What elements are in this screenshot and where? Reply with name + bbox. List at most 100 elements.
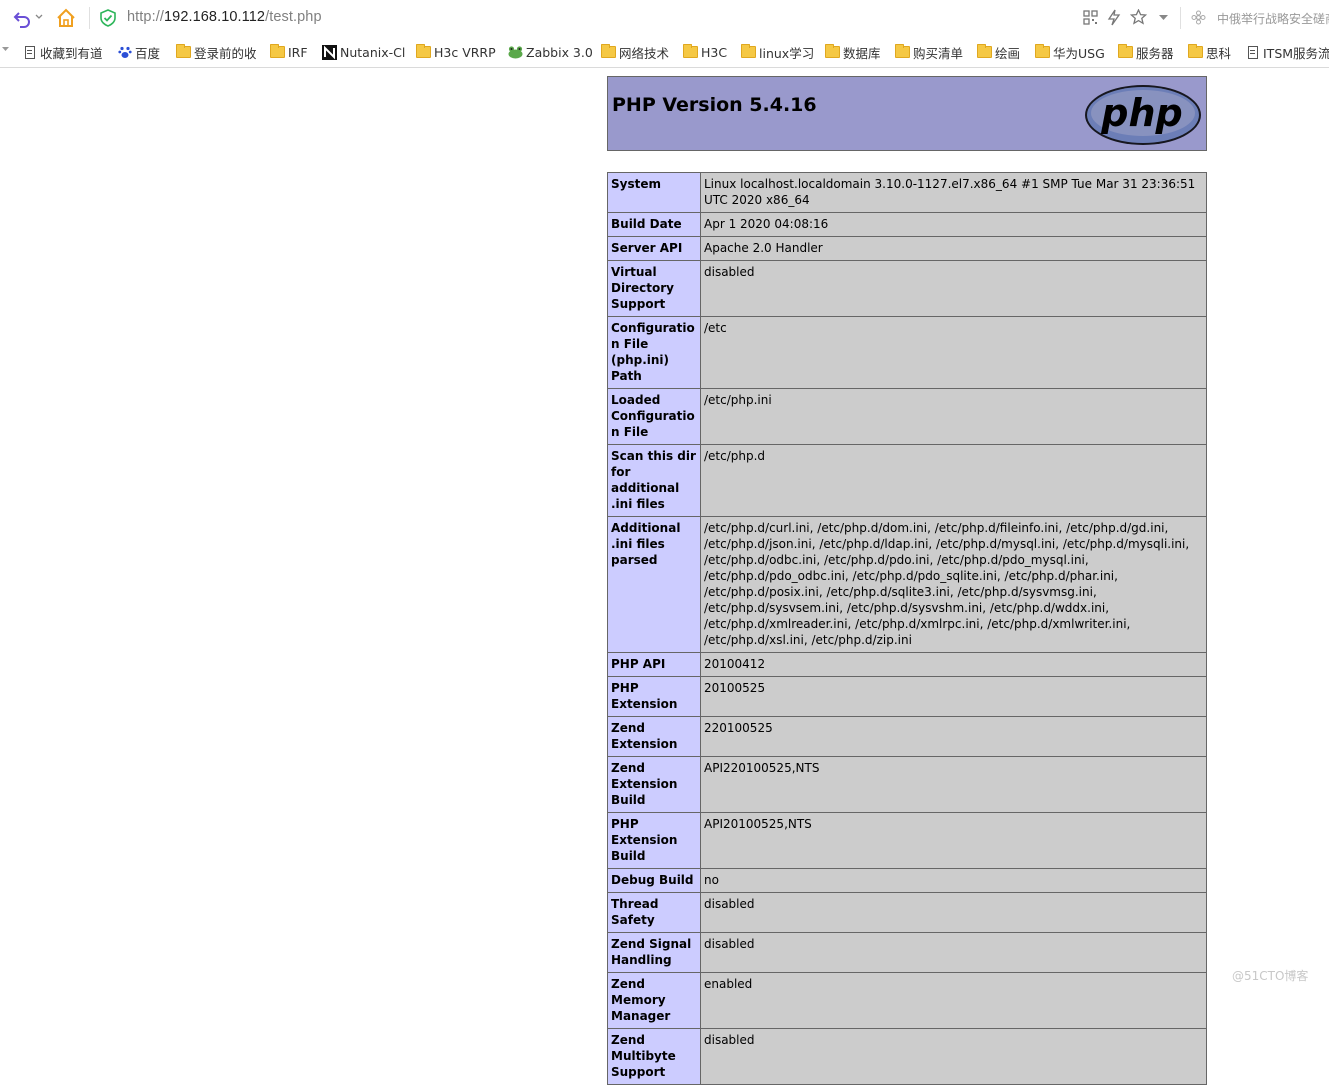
qrcode-icon[interactable] (1083, 10, 1098, 25)
address-toolbar: http://192.168.10.112/test.php 中俄举行战略安全磋… (0, 0, 1329, 37)
url-host: 192.168.10.112 (163, 9, 266, 25)
folder-icon (741, 44, 756, 58)
document-icon (25, 45, 35, 59)
bookmark-item[interactable]: ITSM服务流 (1248, 42, 1329, 62)
row-value: Linux localhost.localdomain 3.10.0-1127.… (700, 172, 1207, 213)
table-row: Server API Apache 2.0 Handler (607, 236, 1207, 261)
bookmark-label: ITSM服务流 (1263, 45, 1329, 61)
row-key: Virtual Directory Support (607, 260, 701, 317)
row-key: Debug Build (607, 868, 701, 893)
row-value: Apache 2.0 Handler (700, 236, 1207, 261)
bookmark-label: 数据库 (843, 45, 881, 61)
bookmark-label: linux学习 (759, 45, 815, 61)
chevron-down-icon[interactable] (2, 47, 9, 53)
bookmark-label: Zabbix 3.0 (526, 44, 593, 60)
bookmark-item[interactable]: linux学习 (741, 42, 814, 62)
url-scheme: http:// (127, 9, 164, 25)
row-value: /etc/php.ini (700, 388, 1207, 445)
bookmark-item[interactable]: 数据库 (825, 42, 881, 62)
bookmark-label: 服务器 (1136, 45, 1174, 61)
row-value: 20100412 (700, 652, 1207, 677)
folder-icon (895, 44, 910, 58)
bookmark-item[interactable]: H3C (683, 42, 727, 62)
table-row: Zend Signal Handling disabled (607, 932, 1207, 973)
row-value: API20100525,NTS (700, 812, 1207, 869)
bookmark-label: H3c VRRP (434, 44, 496, 60)
table-row: Scan this dir for additional .ini files /… (607, 444, 1207, 517)
bookmark-item[interactable]: IRF (270, 42, 308, 62)
bookmark-label: 百度 (135, 45, 161, 61)
news-flower-icon[interactable] (1191, 10, 1206, 25)
row-value: 220100525 (700, 716, 1207, 757)
bookmark-label: 登录前的收 (194, 45, 257, 61)
bookmark-label: Nutanix-Cl (340, 44, 406, 60)
table-row: Zend Extension 220100525 (607, 716, 1207, 757)
table-row: Debug Build no (607, 868, 1207, 893)
bookmark-item[interactable]: 收藏到有道 (25, 42, 103, 62)
folder-icon (977, 44, 992, 58)
row-value: /etc/php.d (700, 444, 1207, 517)
shield-check-icon[interactable] (100, 9, 116, 27)
row-key: Build Date (607, 212, 701, 237)
bookmark-item[interactable]: Nutanix-Cl (322, 42, 405, 62)
row-key: Configuration File (php.ini) Path (607, 316, 701, 389)
frog-icon (507, 45, 524, 59)
php-logo-text: php (1100, 91, 1182, 135)
php-logo[interactable]: php (1084, 84, 1202, 150)
row-value: /etc/php.d/curl.ini, /etc/php.d/dom.ini,… (700, 516, 1207, 653)
divider (1180, 7, 1181, 29)
row-value: disabled (700, 892, 1207, 933)
folder-icon (416, 44, 431, 58)
folder-icon (825, 44, 840, 58)
star-icon[interactable] (1130, 9, 1147, 25)
bookmark-item[interactable]: Zabbix 3.0 (507, 42, 593, 62)
bookmark-item[interactable]: 绘画 (977, 42, 1020, 62)
lightning-icon[interactable] (1107, 9, 1121, 26)
home-icon[interactable] (55, 7, 77, 29)
row-key: Thread Safety (607, 892, 701, 933)
bookmark-label: 网络技术 (619, 45, 670, 61)
bookmark-item[interactable]: 百度 (118, 42, 160, 62)
bookmark-item[interactable]: H3c VRRP (416, 42, 496, 62)
row-value: /etc (700, 316, 1207, 389)
table-row: PHP API 20100412 (607, 652, 1207, 677)
row-value: 20100525 (700, 676, 1207, 717)
row-value: API220100525,NTS (700, 756, 1207, 813)
divider (89, 7, 90, 29)
row-key: Loaded Configuration File (607, 388, 701, 445)
phpinfo-header: PHP Version 5.4.16 php (607, 76, 1207, 151)
nutanix-icon (322, 44, 337, 60)
row-value: disabled (700, 260, 1207, 317)
folder-icon (1188, 44, 1203, 58)
url-path: /test.php (265, 9, 322, 25)
bookmark-label: H3C (701, 44, 728, 60)
folder-icon (1118, 44, 1133, 58)
bookmark-item[interactable]: 登录前的收 (176, 42, 257, 62)
folder-icon (601, 44, 616, 58)
row-key: PHP Extension Build (607, 812, 701, 869)
bookmark-label: 购买清单 (913, 45, 964, 61)
table-row: System Linux localhost.localdomain 3.10.0… (607, 172, 1207, 213)
bookmark-label: 收藏到有道 (40, 45, 103, 61)
row-key: Zend Memory Manager (607, 972, 701, 1029)
bookmark-label: 思科 (1206, 45, 1232, 61)
row-key: Scan this dir for additional .ini files (607, 444, 701, 517)
chevron-down-icon[interactable] (35, 14, 43, 20)
table-row: PHP Extension 20100525 (607, 676, 1207, 717)
bookmark-item[interactable]: 网络技术 (601, 42, 669, 62)
bookmark-item[interactable]: 购买清单 (895, 42, 963, 62)
folder-icon (270, 44, 285, 58)
undo-back-icon[interactable] (12, 8, 32, 28)
row-key: PHP Extension (607, 676, 701, 717)
chevron-down-icon[interactable] (1159, 15, 1168, 21)
bookmark-item[interactable]: 思科 (1188, 42, 1231, 62)
phpinfo-table: System Linux localhost.localdomain 3.10.0… (607, 172, 1207, 1085)
bookmark-item[interactable]: 华为USG (1035, 42, 1105, 62)
row-value: disabled (700, 1028, 1207, 1085)
news-ticker[interactable]: 中俄举行战略安全磋商 (1217, 10, 1329, 27)
bookmark-item[interactable]: 服务器 (1118, 42, 1174, 62)
row-key: Zend Extension (607, 716, 701, 757)
table-row: Build Date Apr 1 2020 04:08:16 (607, 212, 1207, 237)
row-key: Zend Signal Handling (607, 932, 701, 973)
url-field[interactable]: http://192.168.10.112/test.php (127, 9, 322, 25)
